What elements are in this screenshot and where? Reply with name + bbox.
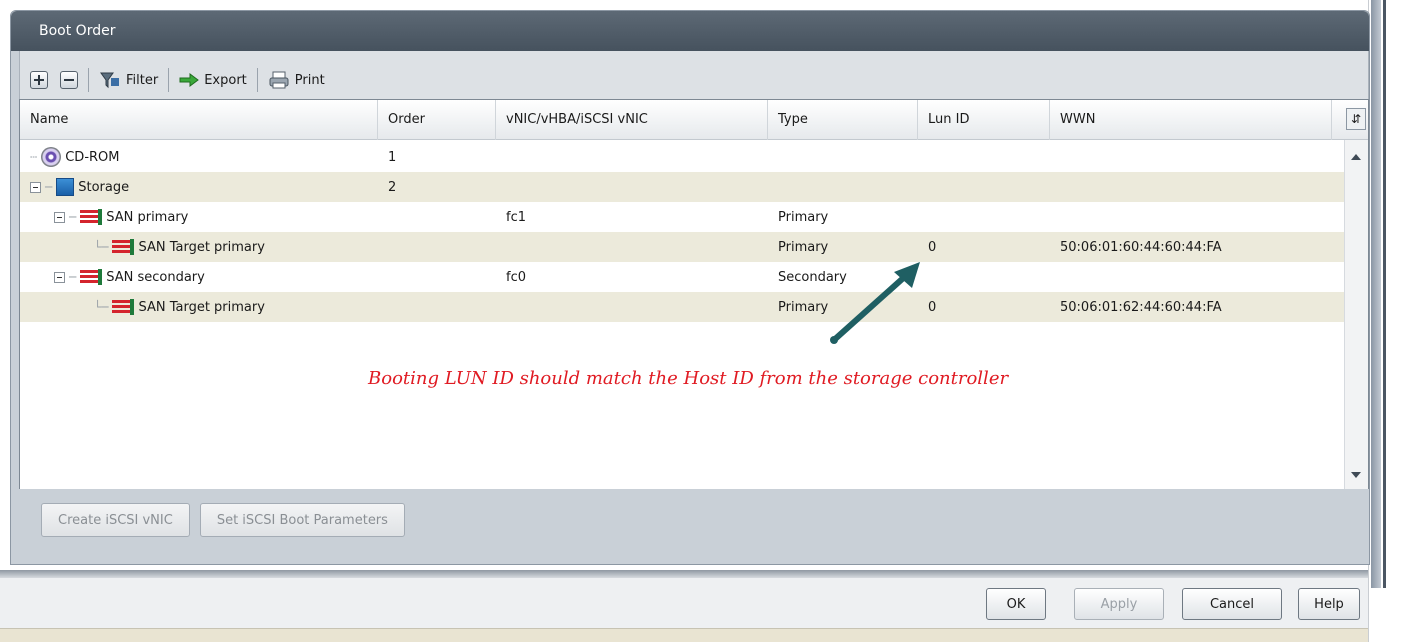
table-row[interactable]: ┄ CD-ROM 1 [20, 142, 1346, 172]
create-iscsi-vnic-button[interactable]: Create iSCSI vNIC [41, 503, 190, 537]
vnic-cell: fc1 [506, 209, 526, 225]
table-row[interactable]: └─ SAN Target primary Primary 0 50:06:01… [20, 232, 1346, 262]
order-cell: 1 [388, 149, 397, 165]
column-header-vnic[interactable]: vNIC/vHBA/iSCSI vNIC [496, 100, 768, 140]
minus-box-icon [60, 71, 78, 89]
table-row[interactable]: ─ Storage 2 [20, 172, 1346, 202]
tree-connector: ┄ [30, 150, 38, 164]
column-header-name[interactable]: Name [20, 100, 378, 140]
san-icon [112, 239, 135, 255]
footer-separator [0, 570, 1368, 578]
row-name: SAN secondary [106, 269, 205, 285]
name-cell: ┄ CD-ROM [20, 147, 378, 167]
collapse-toggle-icon[interactable] [54, 271, 65, 283]
boot-order-panel: Boot Order Filter Export Print Name Orde… [10, 10, 1370, 565]
tree-connector: └─ [94, 240, 109, 254]
row-name: CD-ROM [65, 149, 120, 165]
name-cell: ─ Storage [20, 178, 378, 196]
print-label: Print [294, 72, 325, 88]
export-arrow-icon [179, 73, 200, 87]
plus-box-icon [30, 71, 48, 89]
row-name: SAN primary [106, 209, 189, 225]
name-cell: ─ SAN secondary [20, 269, 378, 285]
panel-actions: Create iSCSI vNIC Set iSCSI Boot Paramet… [19, 489, 1369, 551]
tree-connector: └─ [94, 300, 109, 314]
column-header-lun-id[interactable]: Lun ID [918, 100, 1050, 140]
name-cell: └─ SAN Target primary [20, 239, 378, 255]
table-row[interactable]: └─ SAN Target primary Primary 0 50:06:01… [20, 292, 1346, 322]
tree-connector: ─ [45, 180, 53, 194]
set-iscsi-boot-parameters-button[interactable]: Set iSCSI Boot Parameters [199, 503, 405, 537]
print-button[interactable]: Print [264, 67, 329, 93]
expand-all-button[interactable] [26, 67, 52, 93]
cancel-button[interactable]: Cancel [1182, 588, 1282, 620]
table-row[interactable]: ─ SAN primary fc1 Primary [20, 202, 1346, 232]
row-name: SAN Target primary [138, 299, 265, 315]
table-body: ┄ CD-ROM 1 ─ Storage 2 ─ SAN primary fc1… [20, 142, 1346, 322]
scroll-up-icon[interactable] [1351, 154, 1361, 160]
annotation-text: Booting LUN ID should match the Host ID … [368, 368, 1009, 389]
type-cell: Primary [778, 209, 829, 225]
ok-button[interactable]: OK [986, 588, 1046, 620]
vnic-cell: fc0 [506, 269, 526, 285]
wwn-cell: 50:06:01:60:44:60:44:FA [1060, 239, 1222, 255]
cd-rom-icon [41, 147, 62, 167]
collapse-toggle-icon[interactable] [30, 181, 41, 193]
row-name: SAN Target primary [138, 239, 265, 255]
panel-title: Boot Order [11, 11, 1369, 51]
order-cell: 2 [388, 179, 397, 195]
tree-connector: ─ [69, 210, 77, 224]
wwn-cell: 50:06:01:62:44:60:44:FA [1060, 299, 1222, 315]
toolbar-separator [168, 68, 170, 92]
dialog-footer: OK Apply Cancel Help [0, 578, 1368, 628]
help-button[interactable]: Help [1298, 588, 1360, 620]
export-button[interactable]: Export [175, 67, 251, 93]
collapse-toggle-icon[interactable] [54, 211, 65, 223]
export-label: Export [204, 72, 247, 88]
toolbar-separator [88, 68, 89, 92]
name-cell: ─ SAN primary [20, 209, 378, 225]
column-header-wwn[interactable]: WWN [1050, 100, 1332, 140]
annotation-arrow-icon [830, 262, 920, 344]
table-header: Name Order vNIC/vHBA/iSCSI vNIC Type Lun… [20, 100, 1368, 140]
table-row[interactable]: ─ SAN secondary fc0 Secondary [20, 262, 1346, 292]
vertical-scrollbar[interactable] [1344, 140, 1368, 490]
apply-button[interactable]: Apply [1074, 588, 1164, 620]
filter-label: Filter [126, 72, 159, 88]
boot-order-table: Name Order vNIC/vHBA/iSCSI vNIC Type Lun… [19, 99, 1369, 491]
window-edge [1368, 0, 1404, 642]
san-icon [80, 209, 103, 225]
dialog-window: Boot Order Filter Export Print Name Orde… [0, 0, 1404, 642]
tree-connector: ─ [69, 270, 77, 284]
printer-icon [269, 71, 289, 89]
column-header-order[interactable]: Order [378, 100, 496, 140]
collapse-all-button[interactable] [56, 67, 82, 93]
storage-icon [56, 178, 75, 196]
row-name: Storage [78, 179, 130, 195]
toolbar-separator [256, 68, 258, 92]
column-chooser-icon[interactable]: ⇵ [1346, 108, 1366, 130]
filter-icon [100, 72, 119, 89]
scroll-down-icon[interactable] [1351, 472, 1361, 478]
filter-button[interactable]: Filter [95, 67, 162, 93]
san-icon [80, 269, 103, 285]
footer-bottom-strip [0, 628, 1368, 642]
column-header-type[interactable]: Type [768, 100, 918, 140]
san-icon [112, 299, 135, 315]
name-cell: └─ SAN Target primary [20, 299, 378, 315]
